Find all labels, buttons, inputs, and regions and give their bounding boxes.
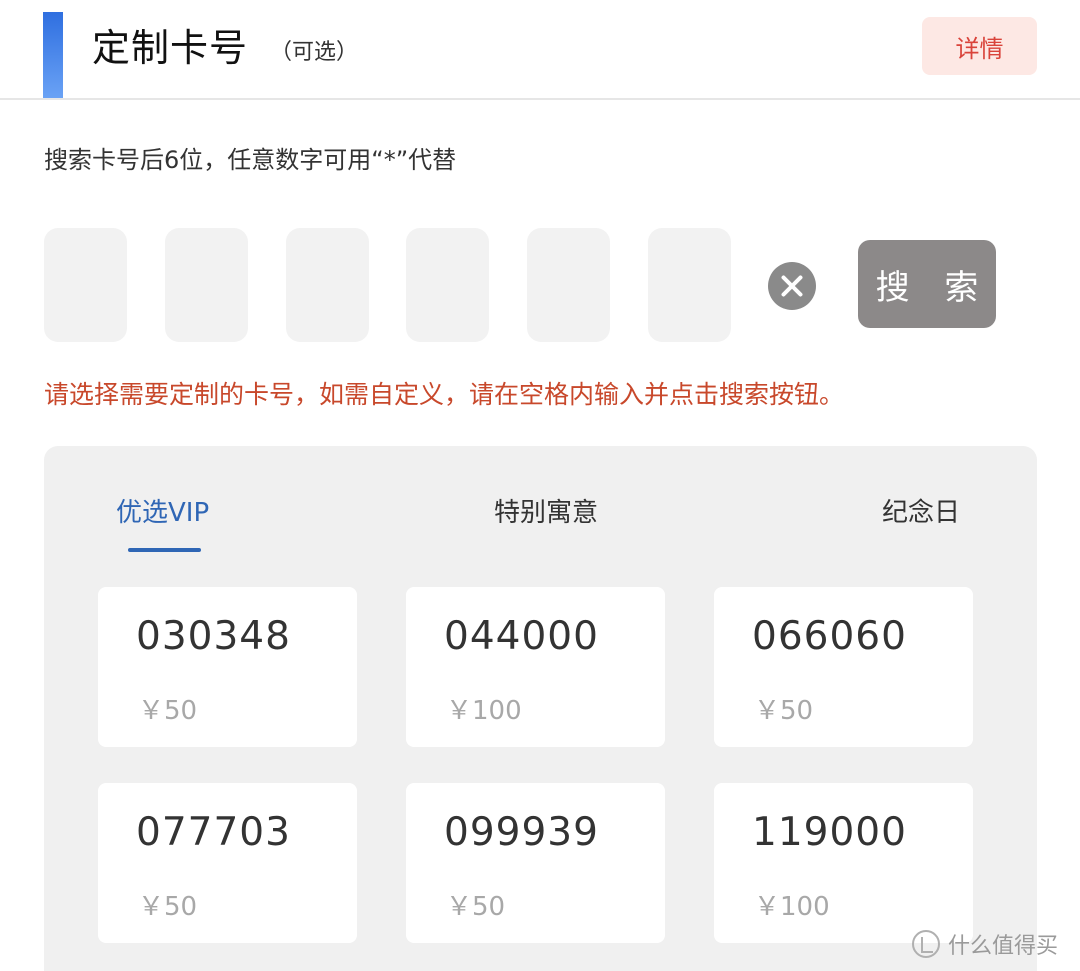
watermark: 什么值得买: [912, 928, 1058, 960]
card-number: 077703: [136, 810, 291, 855]
card-price: ￥50: [446, 892, 506, 922]
number-card[interactable]: 099939 ￥50: [406, 783, 665, 943]
title-accent-bar: [43, 12, 63, 98]
search-hint: 搜索卡号后6位，任意数字可用“*”代替: [44, 146, 457, 174]
card-number: 044000: [444, 614, 599, 659]
digit-input-3[interactable]: [286, 228, 369, 342]
page-header: 定制卡号 （可选） 详情: [0, 0, 1080, 100]
tab-anniversary[interactable]: 纪念日: [882, 496, 960, 530]
detail-button[interactable]: 详情: [922, 17, 1037, 75]
card-number: 119000: [752, 810, 907, 855]
digit-input-5[interactable]: [527, 228, 610, 342]
card-price: ￥50: [138, 696, 198, 726]
card-price: ￥100: [446, 696, 522, 726]
digit-input-1[interactable]: [44, 228, 127, 342]
card-number: 066060: [752, 614, 907, 659]
page-subtitle: （可选）: [270, 40, 359, 65]
digit-input-2[interactable]: [165, 228, 248, 342]
instruction-note: 请选择需要定制的卡号，如需自定义，请在空格内输入并点击搜索按钮。: [44, 380, 845, 409]
number-card[interactable]: 077703 ￥50: [98, 783, 357, 943]
digit-input-4[interactable]: [406, 228, 489, 342]
tab-special-meaning[interactable]: 特别寓意: [494, 496, 598, 530]
search-button[interactable]: 搜 索: [858, 240, 996, 328]
card-number: 099939: [444, 810, 599, 855]
watermark-logo-icon: [912, 930, 940, 958]
card-price: ￥100: [754, 892, 830, 922]
number-card[interactable]: 066060 ￥50: [714, 587, 973, 747]
card-price: ￥50: [754, 696, 814, 726]
digit-input-6[interactable]: [648, 228, 731, 342]
number-card[interactable]: 044000 ￥100: [406, 587, 665, 747]
number-card[interactable]: 119000 ￥100: [714, 783, 973, 943]
page-title: 定制卡号: [92, 26, 249, 70]
tab-preferred-vip[interactable]: 优选VIP: [116, 496, 209, 530]
close-circle-icon[interactable]: [768, 262, 816, 310]
watermark-text: 什么值得买: [948, 934, 1059, 959]
number-card[interactable]: 030348 ￥50: [98, 587, 357, 747]
card-number: 030348: [136, 614, 291, 659]
active-tab-indicator: [128, 548, 201, 552]
card-price: ￥50: [138, 892, 198, 922]
